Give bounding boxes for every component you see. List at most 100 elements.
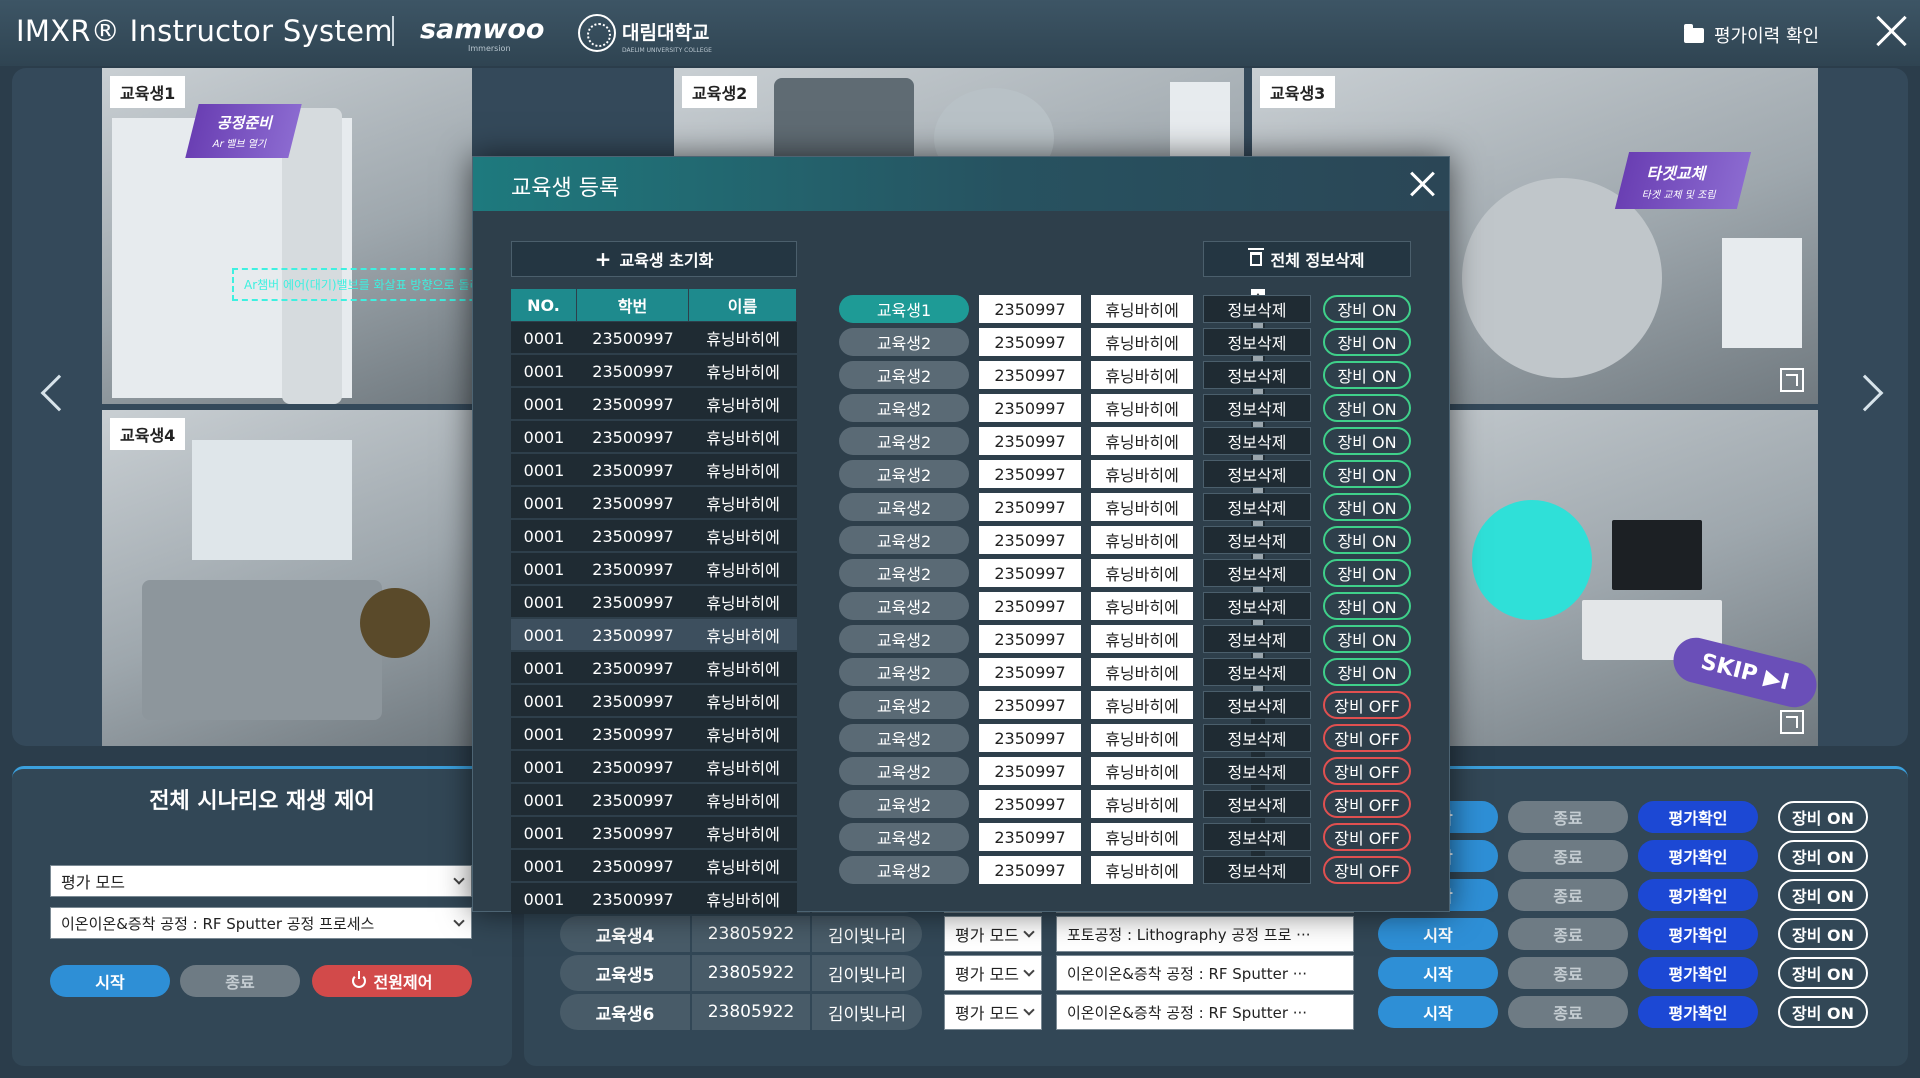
delete-info-button[interactable]: 정보삭제 <box>1203 658 1311 686</box>
student-slot-button[interactable]: 교육생2 <box>839 493 969 521</box>
delete-info-button[interactable]: 정보삭제 <box>1203 757 1311 785</box>
station-equipment-button[interactable]: 장비 ON <box>1778 879 1868 911</box>
station-stop-button[interactable]: 종료 <box>1508 957 1628 989</box>
student-slot-button[interactable]: 교육생2 <box>839 724 969 752</box>
student-id-field[interactable]: 2350997 <box>979 460 1081 488</box>
student-id-field[interactable]: 2350997 <box>979 526 1081 554</box>
expand-icon[interactable] <box>1780 710 1804 734</box>
delete-info-button[interactable]: 정보삭제 <box>1203 856 1311 884</box>
delete-info-button[interactable]: 정보삭제 <box>1203 328 1311 356</box>
station-mode-select[interactable]: 평가 모드 <box>944 916 1042 952</box>
student-name-field[interactable]: 휴닝바히에 <box>1091 559 1193 587</box>
station-mode-select[interactable]: 평가 모드 <box>944 994 1042 1030</box>
student-name-field[interactable]: 휴닝바히에 <box>1091 691 1193 719</box>
skip-button[interactable]: SKIP ▶I <box>1668 633 1818 712</box>
station-stop-button[interactable]: 종료 <box>1508 879 1628 911</box>
student-slot-button[interactable]: 교육생2 <box>839 361 969 389</box>
student-slot-button[interactable]: 교육생2 <box>839 460 969 488</box>
station-equipment-button[interactable]: 장비 ON <box>1778 996 1868 1028</box>
student-name-field[interactable]: 휴닝바히에 <box>1091 493 1193 521</box>
student-id-field[interactable]: 2350997 <box>979 559 1081 587</box>
equipment-toggle-button[interactable]: 장비 ON <box>1323 394 1411 422</box>
video-tile-4[interactable]: 교육생4 <box>102 410 472 746</box>
student-id-field[interactable]: 2350997 <box>979 328 1081 356</box>
student-slot-button[interactable]: 교육생2 <box>839 856 969 884</box>
equipment-toggle-button[interactable]: 장비 ON <box>1323 559 1411 587</box>
student-slot-button[interactable]: 교육생1 <box>839 295 969 323</box>
student-slot-button[interactable]: 교육생2 <box>839 823 969 851</box>
station-start-button[interactable]: 시작 <box>1378 957 1498 989</box>
station-equipment-button[interactable]: 장비 ON <box>1778 957 1868 989</box>
station-eval-button[interactable]: 평가확인 <box>1638 957 1758 989</box>
student-slot-button[interactable]: 교육생2 <box>839 691 969 719</box>
student-name-field[interactable]: 휴닝바히에 <box>1091 724 1193 752</box>
student-name-field[interactable]: 휴닝바히에 <box>1091 295 1193 323</box>
delete-info-button[interactable]: 정보삭제 <box>1203 592 1311 620</box>
process-select[interactable]: 이온이온&증착 공정 : RF Sputter 공정 프로세스 <box>50 907 472 939</box>
station-stop-button[interactable]: 종료 <box>1508 840 1628 872</box>
station-start-button[interactable]: 시작 <box>1378 996 1498 1028</box>
eval-history-button[interactable]: 평가이력 확인 <box>1684 22 1819 48</box>
station-stop-button[interactable]: 종료 <box>1508 918 1628 950</box>
delete-info-button[interactable]: 정보삭제 <box>1203 394 1311 422</box>
student-name-field[interactable]: 휴닝바히에 <box>1091 823 1193 851</box>
delete-info-button[interactable]: 정보삭제 <box>1203 823 1311 851</box>
power-control-button[interactable]: 전원제어 <box>312 965 472 997</box>
equipment-toggle-button[interactable]: 장비 OFF <box>1323 790 1411 818</box>
student-name-field[interactable]: 휴닝바히에 <box>1091 625 1193 653</box>
student-id-field[interactable]: 2350997 <box>979 823 1081 851</box>
stop-button[interactable]: 종료 <box>180 965 300 997</box>
student-name-field[interactable]: 휴닝바히에 <box>1091 757 1193 785</box>
student-id-field[interactable]: 2350997 <box>979 724 1081 752</box>
equipment-toggle-button[interactable]: 장비 OFF <box>1323 691 1411 719</box>
student-name-field[interactable]: 휴닝바히에 <box>1091 856 1193 884</box>
student-slot-button[interactable]: 교육생2 <box>839 328 969 356</box>
equipment-toggle-button[interactable]: 장비 ON <box>1323 427 1411 455</box>
student-name-field[interactable]: 휴닝바히에 <box>1091 328 1193 356</box>
student-name-field[interactable]: 휴닝바히에 <box>1091 394 1193 422</box>
station-eval-button[interactable]: 평가확인 <box>1638 840 1758 872</box>
station-stop-button[interactable]: 종료 <box>1508 996 1628 1028</box>
student-slot-button[interactable]: 교육생2 <box>839 526 969 554</box>
equipment-toggle-button[interactable]: 장비 ON <box>1323 328 1411 356</box>
equipment-toggle-button[interactable]: 장비 ON <box>1323 526 1411 554</box>
station-process-select[interactable]: 이온이온&증착 공정 : RF Sputter ··· <box>1056 955 1354 991</box>
student-id-field[interactable]: 2350997 <box>979 394 1081 422</box>
station-mode-select[interactable]: 평가 모드 <box>944 955 1042 991</box>
delete-info-button[interactable]: 정보삭제 <box>1203 295 1311 323</box>
station-equipment-button[interactable]: 장비 ON <box>1778 801 1868 833</box>
delete-info-button[interactable]: 정보삭제 <box>1203 427 1311 455</box>
student-id-field[interactable]: 2350997 <box>979 592 1081 620</box>
student-name-field[interactable]: 휴닝바히에 <box>1091 361 1193 389</box>
equipment-toggle-button[interactable]: 장비 ON <box>1323 295 1411 323</box>
station-eval-button[interactable]: 평가확인 <box>1638 996 1758 1028</box>
station-eval-button[interactable]: 평가확인 <box>1638 801 1758 833</box>
student-id-field[interactable]: 2350997 <box>979 856 1081 884</box>
reset-students-button[interactable]: + 교육생 초기화 <box>511 241 797 277</box>
delete-info-button[interactable]: 정보삭제 <box>1203 526 1311 554</box>
video-tile-1[interactable]: 공정준비 Ar 밸브 열기 Ar챔버 에어(대기)밸브를 화살표 방향으로 돌리… <box>102 68 472 404</box>
equipment-toggle-button[interactable]: 장비 OFF <box>1323 757 1411 785</box>
student-id-field[interactable]: 2350997 <box>979 427 1081 455</box>
station-eval-button[interactable]: 평가확인 <box>1638 918 1758 950</box>
equipment-toggle-button[interactable]: 장비 ON <box>1323 493 1411 521</box>
table-row[interactable]: 0001 23500997 휴닝바히에 <box>511 882 797 914</box>
student-id-field[interactable]: 2350997 <box>979 295 1081 323</box>
student-slot-button[interactable]: 교육생2 <box>839 757 969 785</box>
close-icon[interactable] <box>1409 171 1435 197</box>
station-process-select[interactable]: 포토공정 : Lithography 공정 프로 ··· <box>1056 916 1354 952</box>
station-stop-button[interactable]: 종료 <box>1508 801 1628 833</box>
student-name-field[interactable]: 휴닝바히에 <box>1091 526 1193 554</box>
station-process-select[interactable]: 이온이온&증착 공정 : RF Sputter ··· <box>1056 994 1354 1030</box>
student-id-field[interactable]: 2350997 <box>979 493 1081 521</box>
student-slot-button[interactable]: 교육생2 <box>839 592 969 620</box>
equipment-toggle-button[interactable]: 장비 ON <box>1323 625 1411 653</box>
app-close-icon[interactable] <box>1874 14 1908 48</box>
equipment-toggle-button[interactable]: 장비 ON <box>1323 658 1411 686</box>
delete-info-button[interactable]: 정보삭제 <box>1203 625 1311 653</box>
station-equipment-button[interactable]: 장비 ON <box>1778 840 1868 872</box>
delete-info-button[interactable]: 정보삭제 <box>1203 724 1311 752</box>
mode-select[interactable]: 평가 모드 <box>50 865 472 897</box>
delete-info-button[interactable]: 정보삭제 <box>1203 790 1311 818</box>
student-slot-button[interactable]: 교육생2 <box>839 625 969 653</box>
